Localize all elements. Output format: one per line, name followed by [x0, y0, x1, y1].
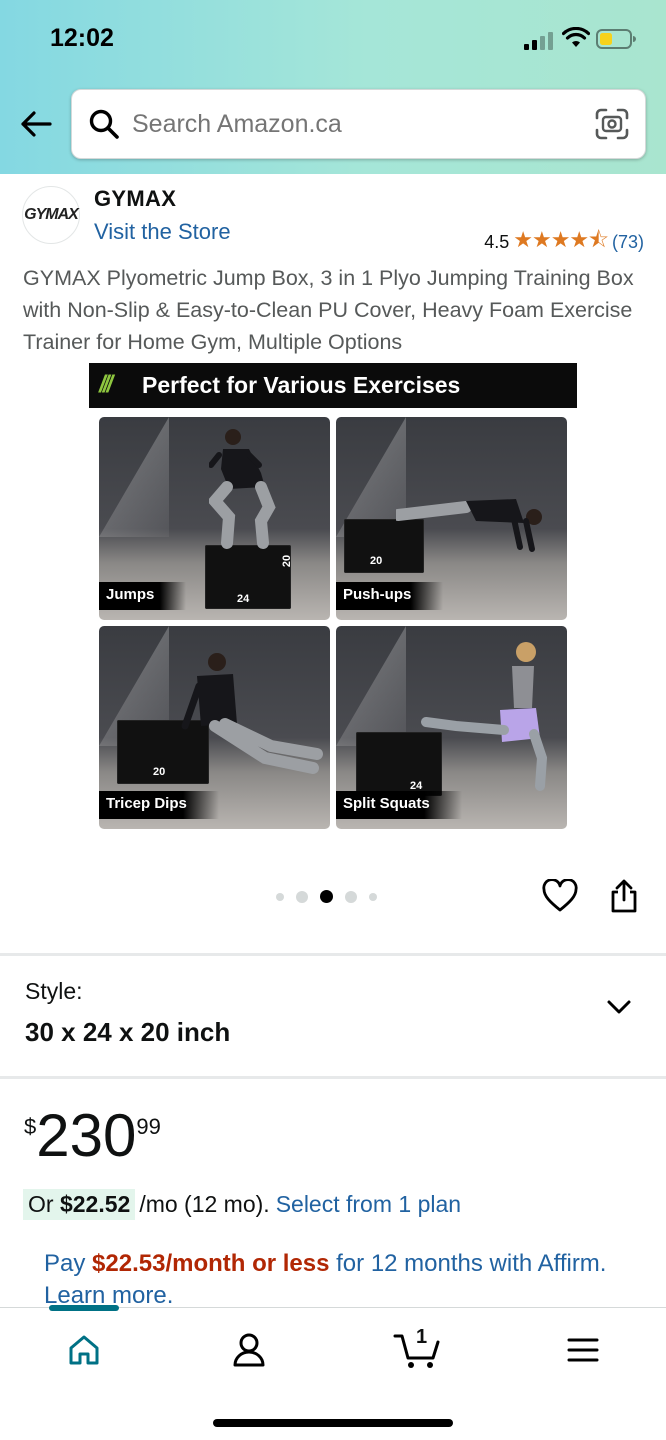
header: 12:02: [0, 0, 666, 174]
brand-logo[interactable]: GYMAX: [22, 186, 80, 244]
tile-label: Tricep Dips: [99, 791, 219, 819]
select-plan-link[interactable]: Select from 1 plan: [276, 1191, 461, 1218]
search-icon: [89, 109, 119, 139]
box-front-number: 20: [370, 555, 383, 567]
affirm-pay: Pay: [44, 1250, 93, 1277]
battery-icon: [596, 29, 636, 49]
camera-scan-icon[interactable]: [594, 107, 630, 141]
hamburger-menu-icon: [567, 1338, 599, 1362]
installment-term: /mo (12 mo).: [139, 1191, 270, 1217]
back-arrow-icon[interactable]: [18, 108, 54, 140]
heart-icon[interactable]: [542, 879, 578, 913]
price-currency: $: [24, 1114, 37, 1139]
price: $ 230 99: [24, 1104, 161, 1168]
rating-count-link[interactable]: (73): [612, 232, 644, 253]
image-tile-push-ups: 20 Push-ups: [336, 417, 567, 620]
brand-logo-text: GYMAX: [24, 206, 79, 223]
banner-slashes: ///: [99, 371, 113, 398]
cart-count-badge: 1: [416, 1326, 428, 1348]
person-tricep-dip: [181, 653, 323, 774]
affirm-promo[interactable]: Pay $22.53/month or less for 12 months w…: [44, 1248, 644, 1312]
tile-label: Push-ups: [336, 582, 444, 610]
product-title: GYMAX Plyometric Jump Box, 3 in 1 Plyo J…: [23, 266, 634, 354]
carousel-dot[interactable]: [296, 890, 308, 903]
style-value: 30 x 24 x 20 inch: [25, 1017, 231, 1047]
home-indicator: [213, 1419, 453, 1427]
wifi-icon: [562, 27, 590, 47]
box-front-number: 20: [153, 766, 166, 778]
carousel-dot-active[interactable]: [320, 890, 333, 903]
carousel-dot[interactable]: [369, 892, 377, 901]
installment-prefix: Or: [28, 1191, 60, 1217]
installment-row: Or $22.52 /mo (12 mo). Select from 1 pla…: [23, 1189, 461, 1220]
carousel-dot[interactable]: [345, 890, 357, 903]
chevron-down-icon[interactable]: [606, 997, 632, 1017]
home-icon: [69, 1335, 99, 1365]
visit-store-link[interactable]: Visit the Store: [94, 219, 231, 245]
rating-value: 4.5: [484, 231, 510, 252]
search-input[interactable]: [132, 110, 572, 139]
product-image[interactable]: /// Perfect for Various Exercises 20 24 …: [89, 363, 577, 835]
person-split-squat: [421, 642, 548, 791]
plyo-box: 20 24: [205, 545, 294, 609]
affirm-highlight: $22.53/month or less: [92, 1250, 330, 1277]
active-tab-indicator: [49, 1305, 119, 1311]
tab-account[interactable]: [224, 1330, 274, 1370]
box-side-number: 20: [281, 554, 294, 568]
box-front-number: 24: [237, 593, 250, 605]
bottom-tab-bar: 1: [0, 1305, 666, 1440]
banner-title: Perfect for Various Exercises: [142, 372, 461, 398]
rating-stars-icon: ★★★★⯪: [513, 227, 609, 252]
share-icon[interactable]: [608, 878, 640, 914]
tab-menu[interactable]: [558, 1330, 608, 1370]
person-icon: [233, 1333, 265, 1367]
image-banner: /// Perfect for Various Exercises: [89, 363, 577, 408]
image-tile-split-squats: 24 Split Squats: [336, 626, 567, 829]
tile-label: Jumps: [99, 582, 187, 610]
installment-amount: $22.52: [59, 1191, 131, 1217]
price-fraction: 99: [136, 1114, 161, 1139]
divider: [0, 953, 666, 956]
carousel-dot[interactable]: [276, 892, 284, 901]
tile-label: Split Squats: [336, 791, 462, 819]
status-time: 12:02: [50, 24, 114, 52]
search-bar[interactable]: [71, 89, 646, 159]
rating[interactable]: 4.5 ★★★★⯪ (73): [484, 223, 644, 261]
image-tile-jumps: 20 24 Jumps: [99, 417, 330, 620]
carousel-dots[interactable]: [276, 890, 377, 903]
installment-badge: Or $22.52: [23, 1189, 136, 1220]
style-label: Style:: [25, 978, 83, 1004]
cellular-signal-icon: [524, 30, 554, 50]
brand-name: GYMAX: [94, 186, 177, 211]
person-push-up: [396, 499, 542, 552]
divider: [0, 1076, 666, 1079]
image-tile-tricep-dips: 20 Tricep Dips: [99, 626, 330, 829]
price-whole: 230: [36, 1102, 137, 1169]
person-jumping: [209, 429, 276, 549]
tab-home[interactable]: [59, 1330, 109, 1370]
